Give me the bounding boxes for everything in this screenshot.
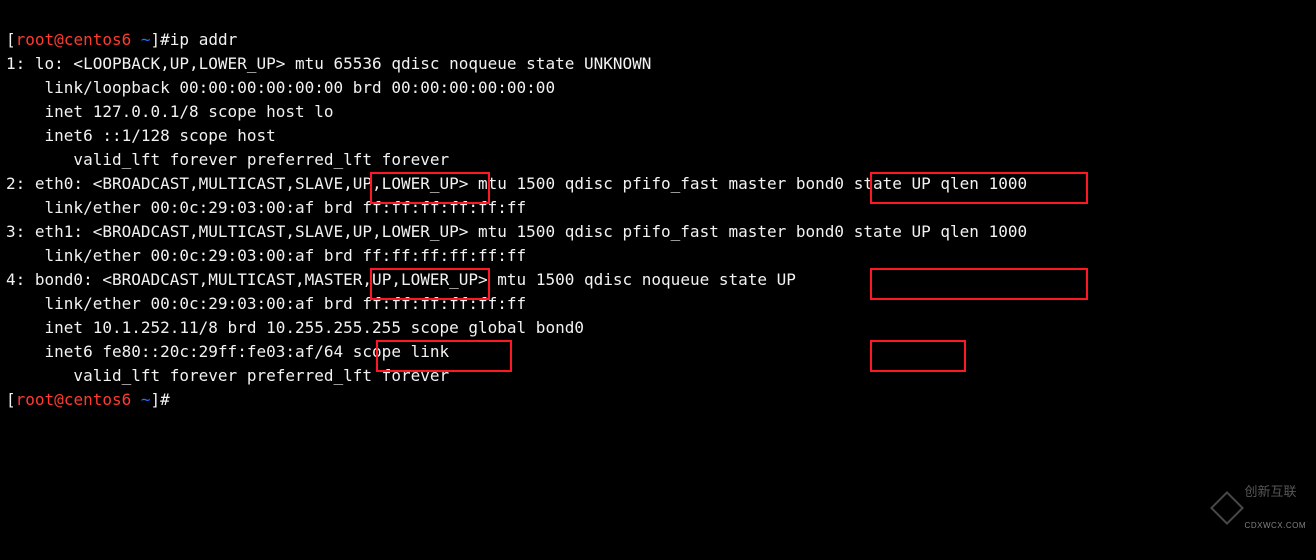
eth1-master-bond: master bond0 state UP — [728, 222, 930, 241]
output-line: 3: eth1: <BROADCAST,MULTICAST, — [6, 222, 295, 241]
output-line: inet6 ::1/128 scope host — [6, 126, 276, 145]
output-line: link/ether 00:0c:29:03:00:af brd ff:ff:f… — [6, 198, 526, 217]
eth0-master-bond: master bond0 state UP — [728, 174, 930, 193]
output-line: ,LOWER_UP> mtu 1500 qdisc pfifo_fast — [372, 174, 728, 193]
watermark-domain: CDXWCX.COM — [1245, 522, 1306, 530]
output-line: 4: bond0: <BROADCAST,MULTICAST, — [6, 270, 305, 289]
watermark: 创新互联 CDXWCX.COM — [1215, 461, 1306, 554]
output-line: ,LOWER_UP> mtu 1500 qdisc noqueue — [391, 270, 719, 289]
eth1-slave-up: SLAVE,UP — [295, 222, 372, 241]
prompt-symbol: # — [160, 390, 170, 409]
prompt-close: ] — [151, 390, 161, 409]
highlight-box — [870, 340, 966, 372]
prompt-open: [ — [6, 30, 16, 49]
output-line: ,LOWER_UP> mtu 1500 qdisc pfifo_fast — [372, 222, 728, 241]
output-line: qlen 1000 — [931, 174, 1027, 193]
watermark-brand: 创新互联 — [1245, 485, 1306, 498]
prompt-at: @ — [54, 30, 64, 49]
output-line: 1: lo: <LOOPBACK,UP,LOWER_UP> mtu 65536 … — [6, 54, 651, 73]
output-line: valid_lft forever preferred_lft forever — [6, 366, 449, 385]
prompt-host: centos6 — [64, 390, 131, 409]
prompt-symbol: # — [160, 30, 170, 49]
bond0-master-up: MASTER,UP — [305, 270, 392, 289]
command-ip-addr: ip addr — [170, 30, 237, 49]
prompt-at: @ — [54, 390, 64, 409]
output-line: 2: eth0: <BROADCAST,MULTICAST, — [6, 174, 295, 193]
highlight-box — [870, 268, 1088, 300]
output-line: inet 10.1.252.11/8 brd 10.255.255.255 sc… — [6, 318, 584, 337]
output-line: valid_lft forever preferred_lft forever — [6, 150, 449, 169]
prompt-user: root — [16, 390, 55, 409]
eth0-slave-up: SLAVE,UP — [295, 174, 372, 193]
output-line: link/ether 00:0c:29:03:00:af brd ff:ff:f… — [6, 246, 526, 265]
prompt-close: ] — [151, 30, 161, 49]
terminal-output[interactable]: [root@centos6 ~]#ip addr 1: lo: <LOOPBAC… — [0, 0, 1316, 560]
output-line: inet 127.0.0.1/8 scope host lo — [6, 102, 334, 121]
output-line: link/loopback 00:00:00:00:00:00 brd 00:0… — [6, 78, 555, 97]
prompt-open: [ — [6, 390, 16, 409]
watermark-logo-icon — [1210, 491, 1244, 525]
output-line: inet6 fe80::20c:29ff:fe03:af/64 scope li… — [6, 342, 449, 361]
prompt-user: root — [16, 30, 55, 49]
output-line: link/ether 00:0c:29:03:00:af brd ff:ff:f… — [6, 294, 526, 313]
prompt-host: centos6 — [64, 30, 131, 49]
prompt-cwd: ~ — [131, 30, 150, 49]
output-line: qlen 1000 — [931, 222, 1027, 241]
bond0-state-up: state UP — [719, 270, 796, 289]
prompt-cwd: ~ — [131, 390, 150, 409]
